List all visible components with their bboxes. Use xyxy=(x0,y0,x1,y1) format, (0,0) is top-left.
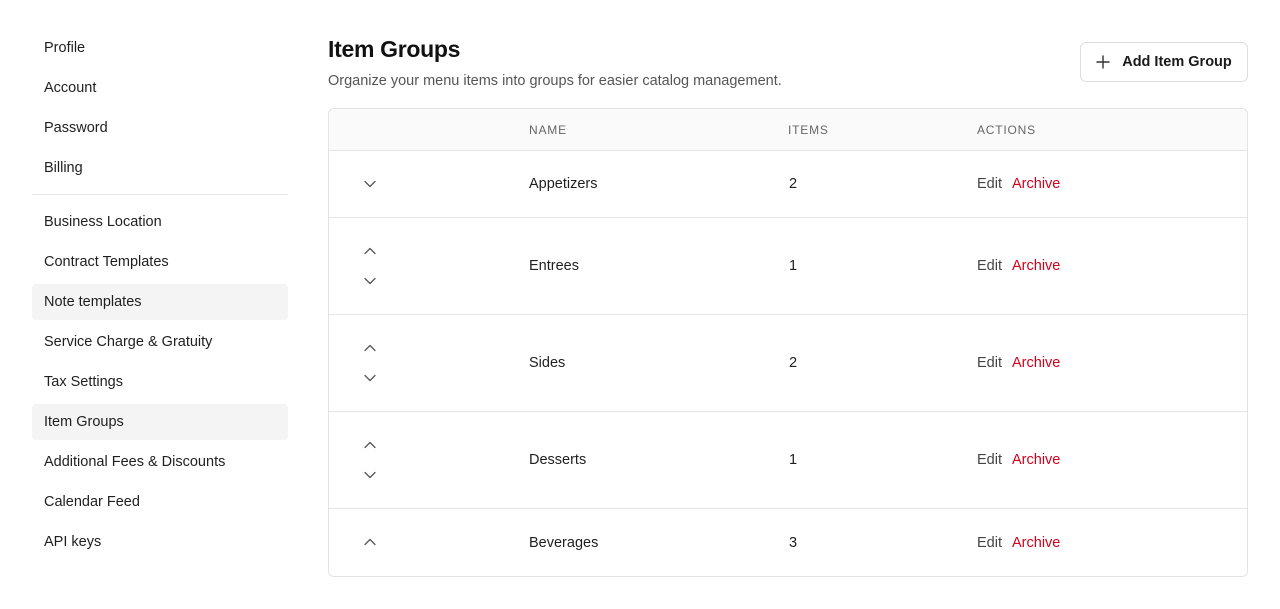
archive-link[interactable]: Archive xyxy=(1012,452,1060,468)
plus-icon xyxy=(1096,55,1110,69)
sidebar-item-profile[interactable]: Profile xyxy=(32,30,288,66)
column-header-name: NAME xyxy=(529,123,567,137)
edit-link[interactable]: Edit xyxy=(977,535,1002,551)
archive-link[interactable]: Archive xyxy=(1012,176,1060,192)
chevron-up-icon[interactable] xyxy=(361,533,379,551)
group-item-count: 2 xyxy=(789,355,798,371)
column-header-actions: ACTIONS xyxy=(977,123,1036,137)
chevron-down-icon[interactable] xyxy=(361,466,379,484)
add-item-group-label: Add Item Group xyxy=(1122,54,1232,70)
edit-link[interactable]: Edit xyxy=(977,355,1002,371)
row-actions: Edit Archive xyxy=(977,355,1060,371)
settings-sidebar: Profile Account Password Billing Busines… xyxy=(32,30,288,564)
column-header-items: ITEMS xyxy=(788,123,829,137)
group-item-count: 3 xyxy=(789,534,798,551)
page-subtitle: Organize your menu items into groups for… xyxy=(328,73,782,89)
chevron-down-icon[interactable] xyxy=(361,175,379,193)
row-actions: Edit Archive xyxy=(977,452,1060,468)
sidebar-item-account[interactable]: Account xyxy=(32,70,288,106)
row-actions: Edit Archive xyxy=(977,258,1060,274)
group-item-count: 2 xyxy=(789,176,798,192)
chevron-up-icon[interactable] xyxy=(361,242,379,260)
edit-link[interactable]: Edit xyxy=(977,452,1002,468)
group-name: Appetizers xyxy=(529,176,598,192)
table-row: Sides 2 Edit Archive xyxy=(329,315,1247,412)
row-actions: Edit Archive xyxy=(977,535,1060,551)
chevron-down-icon[interactable] xyxy=(361,272,379,290)
sidebar-item-note-templates[interactable]: Note templates xyxy=(32,284,288,320)
group-item-count: 1 xyxy=(789,452,798,468)
sidebar-item-additional-fees[interactable]: Additional Fees & Discounts xyxy=(32,444,288,480)
item-groups-table: NAME ITEMS ACTIONS Appetizers 2 Edit Arc… xyxy=(328,108,1248,577)
table-row: Beverages 3 Edit Archive xyxy=(329,509,1247,576)
sidebar-item-api-keys[interactable]: API keys xyxy=(32,524,288,560)
sidebar-item-billing[interactable]: Billing xyxy=(32,150,288,186)
page-title: Item Groups xyxy=(328,36,461,62)
sidebar-item-service-charge[interactable]: Service Charge & Gratuity xyxy=(32,324,288,360)
chevron-up-icon[interactable] xyxy=(361,339,379,357)
sidebar-divider xyxy=(32,194,288,195)
chevron-up-icon[interactable] xyxy=(361,436,379,454)
archive-link[interactable]: Archive xyxy=(1012,535,1060,551)
sidebar-item-calendar-feed[interactable]: Calendar Feed xyxy=(32,484,288,520)
group-item-count: 1 xyxy=(789,258,798,274)
archive-link[interactable]: Archive xyxy=(1012,355,1060,371)
table-row: Entrees 1 Edit Archive xyxy=(329,218,1247,315)
table-row: Appetizers 2 Edit Archive xyxy=(329,151,1247,218)
sidebar-item-password[interactable]: Password xyxy=(32,110,288,146)
edit-link[interactable]: Edit xyxy=(977,258,1002,274)
row-actions: Edit Archive xyxy=(977,176,1060,192)
group-name: Beverages xyxy=(529,534,599,551)
add-item-group-button[interactable]: Add Item Group xyxy=(1080,42,1248,82)
sidebar-item-business-location[interactable]: Business Location xyxy=(32,204,288,240)
chevron-down-icon[interactable] xyxy=(361,369,379,387)
table-header: NAME ITEMS ACTIONS xyxy=(329,109,1247,151)
archive-link[interactable]: Archive xyxy=(1012,258,1060,274)
sidebar-item-item-groups[interactable]: Item Groups xyxy=(32,404,288,440)
table-row: Desserts 1 Edit Archive xyxy=(329,412,1247,509)
group-name: Desserts xyxy=(529,452,587,468)
group-name: Sides xyxy=(529,355,566,371)
group-name: Entrees xyxy=(529,258,579,274)
edit-link[interactable]: Edit xyxy=(977,176,1002,192)
sidebar-item-tax-settings[interactable]: Tax Settings xyxy=(32,364,288,400)
sidebar-item-contract-templates[interactable]: Contract Templates xyxy=(32,244,288,280)
